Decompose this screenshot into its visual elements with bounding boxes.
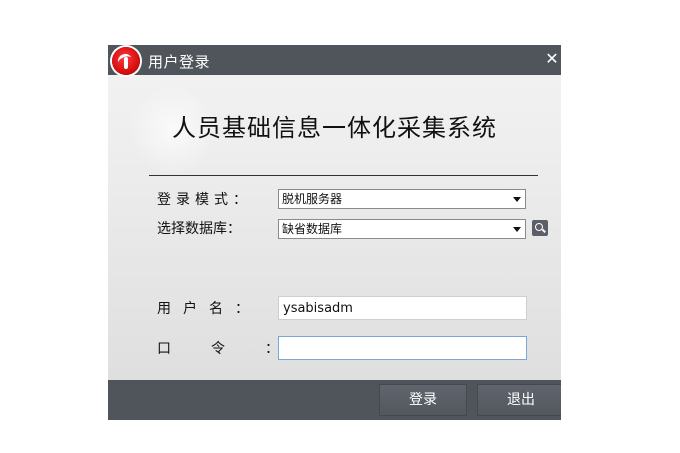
database-label: 选择数据库： bbox=[157, 221, 241, 237]
chevron-down-icon bbox=[513, 227, 521, 232]
login-mode-select[interactable]: 脱机服务器 bbox=[278, 189, 526, 209]
title-bar: 用户登录 ✕ bbox=[108, 45, 561, 75]
username-input[interactable] bbox=[278, 296, 527, 320]
login-page: 用户登录 ✕ 人员基础信息一体化采集系统 登录模式： 脱机服务器 选择数据库： … bbox=[0, 0, 680, 453]
chevron-down-icon bbox=[513, 197, 521, 202]
close-button[interactable]: ✕ bbox=[543, 47, 561, 71]
action-bar: 登录 退出 bbox=[108, 380, 561, 420]
window-title: 用户登录 bbox=[148, 53, 211, 71]
login-button[interactable]: 登录 bbox=[379, 384, 467, 416]
username-label: 用户名： bbox=[157, 301, 261, 317]
login-dialog: 用户登录 ✕ 人员基础信息一体化采集系统 登录模式： 脱机服务器 选择数据库： … bbox=[108, 45, 561, 420]
system-title: 人员基础信息一体化采集系统 bbox=[172, 114, 497, 142]
title-divider bbox=[149, 175, 538, 176]
search-icon[interactable] bbox=[532, 220, 548, 236]
database-value: 缺省数据库 bbox=[282, 222, 343, 236]
login-mode-value: 脱机服务器 bbox=[282, 192, 343, 206]
exit-button[interactable]: 退出 bbox=[477, 384, 561, 416]
password-input[interactable] bbox=[278, 336, 527, 360]
app-logo-icon bbox=[112, 47, 140, 75]
login-mode-label: 登录模式： bbox=[157, 192, 252, 208]
logo-stem bbox=[124, 57, 128, 69]
database-select[interactable]: 缺省数据库 bbox=[278, 219, 526, 239]
search-handle bbox=[542, 228, 546, 233]
